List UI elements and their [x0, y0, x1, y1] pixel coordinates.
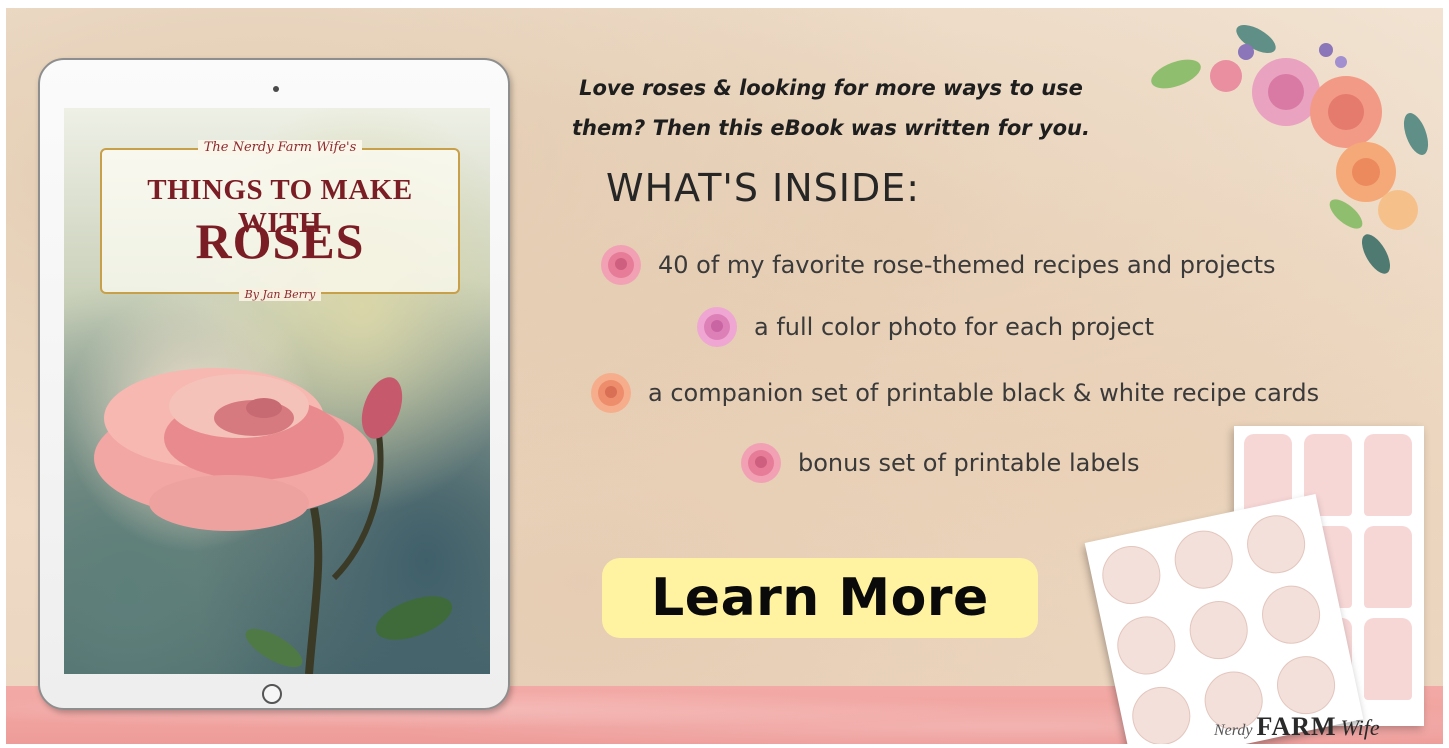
feature-text: bonus set of printable labels — [798, 449, 1140, 477]
tablet-home-button — [262, 684, 282, 704]
feature-item: a companion set of printable black & whi… — [588, 370, 1319, 416]
feature-text: a full color photo for each project — [754, 313, 1154, 341]
feature-item: a full color photo for each project — [694, 304, 1154, 350]
cover-title-roses: ROSES — [195, 213, 365, 269]
round-label — [1241, 509, 1311, 579]
cover-author: By Jan Berry — [102, 288, 458, 301]
ebook-cover: The Nerdy Farm Wife's THINGS TO MAKE WIT… — [64, 108, 490, 674]
whats-inside-heading: WHAT'S INSIDE: — [606, 166, 921, 210]
peach-rose-icon — [591, 373, 631, 413]
brand-logo: Nerdy FARM Wife — [1214, 712, 1380, 742]
intro-text: Love roses & looking for more ways to us… — [521, 68, 1141, 148]
pink-rose-icon — [601, 245, 641, 285]
round-label — [1096, 540, 1166, 610]
feature-item: 40 of my favorite rose-themed recipes an… — [598, 242, 1276, 288]
round-label — [1169, 525, 1239, 595]
round-label — [1111, 611, 1181, 680]
printable-round-labels-sheet — [1084, 493, 1364, 744]
tablet-mockup: The Nerdy Farm Wife's THINGS TO MAKE WIT… — [38, 58, 510, 710]
brand-nerdy: Nerdy — [1214, 722, 1253, 739]
cover-title-frame: The Nerdy Farm Wife's THINGS TO MAKE WIT… — [100, 140, 460, 301]
pink-rose-icon — [697, 307, 737, 347]
tag-label — [1364, 618, 1412, 700]
pink-rose-icon — [741, 443, 781, 483]
round-label — [1256, 580, 1326, 650]
cover-series-name: The Nerdy Farm Wife's — [102, 140, 458, 155]
intro-line: Love roses & looking for more ways to us… — [579, 76, 1083, 100]
feature-text: 40 of my favorite rose-themed recipes an… — [658, 251, 1276, 279]
camera-dot — [273, 86, 279, 92]
intro-line: them? Then this eBook was written for yo… — [572, 116, 1090, 140]
round-label — [1271, 650, 1341, 720]
round-label — [1184, 595, 1254, 665]
promo-banner: The Nerdy Farm Wife's THINGS TO MAKE WIT… — [6, 8, 1443, 744]
tag-label — [1364, 434, 1412, 516]
round-label — [1126, 681, 1196, 744]
brand-farm: FARM — [1256, 712, 1337, 741]
learn-more-button[interactable]: Learn More — [602, 558, 1038, 638]
tag-label — [1364, 526, 1412, 608]
brand-wife: Wife — [1340, 715, 1380, 740]
feature-text: a companion set of printable black & whi… — [648, 379, 1320, 407]
feature-item: bonus set of printable labels — [738, 440, 1139, 486]
